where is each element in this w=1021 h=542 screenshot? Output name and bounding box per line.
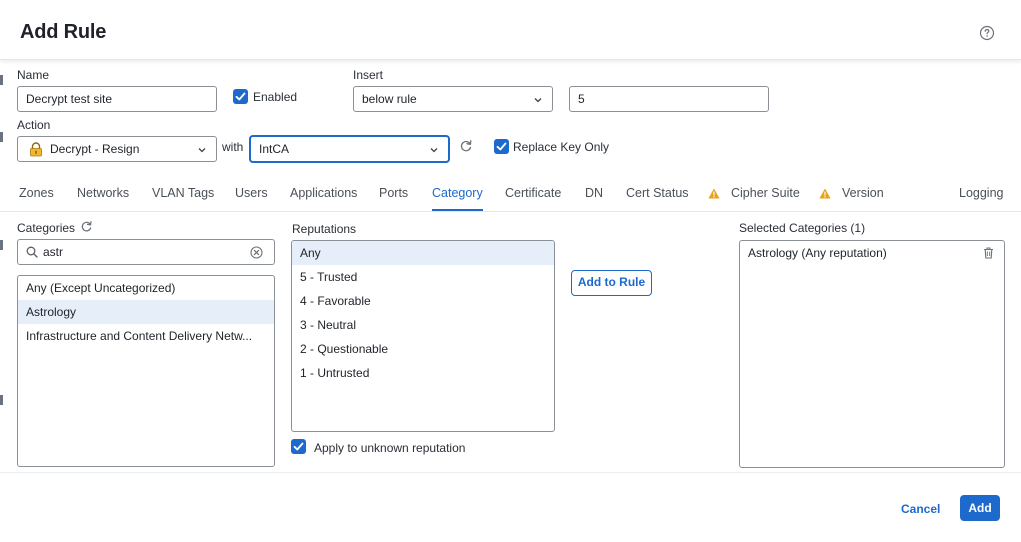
clear-search-icon[interactable] bbox=[250, 246, 263, 259]
tab-users[interactable]: Users bbox=[235, 186, 268, 200]
replace-key-only-checkbox[interactable] bbox=[494, 139, 509, 154]
name-input[interactable]: Decrypt test site bbox=[17, 86, 217, 112]
add-rule-dialog: Add Rule Name Decrypt test site Enabled … bbox=[0, 0, 1021, 542]
cancel-button[interactable]: Cancel bbox=[901, 502, 940, 516]
list-item[interactable]: Infrastructure and Content Delivery Netw… bbox=[18, 324, 264, 348]
background-edge-mark bbox=[0, 240, 3, 250]
list-item[interactable]: 3 - Neutral bbox=[292, 313, 554, 337]
warning-icon bbox=[819, 188, 831, 199]
selected-category-item: Astrology (Any reputation) bbox=[748, 246, 887, 260]
categories-label: Categories bbox=[17, 221, 76, 235]
tab-zones[interactable]: Zones bbox=[19, 186, 54, 200]
tab-cert-status[interactable]: Cert Status bbox=[626, 186, 689, 200]
apply-unknown-reputation-checkbox[interactable] bbox=[291, 439, 306, 454]
insert-position-value: 5 bbox=[578, 92, 585, 106]
insert-select-value: below rule bbox=[362, 92, 417, 106]
list-item[interactable]: 5 - Trusted bbox=[292, 265, 554, 289]
list-item[interactable]: 2 - Questionable bbox=[292, 337, 554, 361]
tab-vlan-tags[interactable]: VLAN Tags bbox=[152, 186, 214, 200]
certificate-select[interactable]: IntCA bbox=[250, 136, 449, 162]
help-circle-icon[interactable] bbox=[979, 25, 995, 41]
trash-icon[interactable] bbox=[983, 247, 994, 259]
certificate-select-value: IntCA bbox=[259, 142, 290, 156]
name-input-value: Decrypt test site bbox=[26, 92, 113, 106]
insert-label: Insert bbox=[353, 68, 384, 82]
checkmark-icon bbox=[293, 442, 304, 451]
action-select-value: Decrypt - Resign bbox=[50, 142, 140, 156]
active-tab-indicator bbox=[432, 209, 483, 211]
dialog-header: Add Rule bbox=[0, 0, 1021, 60]
chevron-down-icon bbox=[534, 98, 542, 103]
insert-position-input[interactable]: 5 bbox=[569, 86, 769, 112]
tab-applications[interactable]: Applications bbox=[290, 186, 357, 200]
list-item[interactable]: 4 - Favorable bbox=[292, 289, 554, 313]
reputations-list: Any 5 - Trusted 4 - Favorable 3 - Neutra… bbox=[291, 240, 555, 432]
list-item[interactable]: Astrology bbox=[18, 300, 274, 324]
with-label: with bbox=[222, 140, 244, 154]
chevron-down-icon bbox=[430, 148, 438, 153]
apply-unknown-reputation-label: Apply to unknown reputation bbox=[314, 441, 466, 455]
refresh-icon[interactable] bbox=[80, 220, 93, 233]
categories-list: Any (Except Uncategorized) Astrology Inf… bbox=[17, 275, 275, 467]
category-search-input[interactable]: astr bbox=[17, 239, 275, 265]
footer-divider bbox=[0, 472, 1021, 473]
tab-dn[interactable]: DN bbox=[585, 186, 603, 200]
refresh-icon[interactable] bbox=[459, 139, 473, 153]
tab-category[interactable]: Category bbox=[432, 186, 483, 200]
rule-tabs: Zones Networks VLAN Tags Users Applicati… bbox=[0, 178, 1021, 212]
tab-ports[interactable]: Ports bbox=[379, 186, 408, 200]
tab-cipher-suite[interactable]: Cipher Suite bbox=[731, 186, 800, 200]
search-icon bbox=[26, 246, 38, 258]
tab-version[interactable]: Version bbox=[842, 186, 884, 200]
background-edge-mark bbox=[0, 132, 3, 142]
tab-certificate[interactable]: Certificate bbox=[505, 186, 561, 200]
action-label: Action bbox=[17, 118, 51, 132]
chevron-down-icon bbox=[198, 148, 206, 153]
add-to-rule-button[interactable]: Add to Rule bbox=[571, 270, 652, 296]
warning-icon bbox=[708, 188, 720, 199]
insert-select[interactable]: below rule bbox=[353, 86, 553, 112]
enabled-label: Enabled bbox=[253, 90, 298, 104]
reputations-label: Reputations bbox=[292, 222, 357, 236]
checkmark-icon bbox=[235, 92, 246, 101]
background-edge-mark bbox=[0, 395, 3, 405]
checkmark-icon bbox=[496, 142, 507, 151]
selected-categories-list: Astrology (Any reputation) bbox=[739, 240, 1005, 468]
dialog-title: Add Rule bbox=[20, 21, 107, 43]
list-item[interactable]: Any (Except Uncategorized) bbox=[18, 276, 274, 300]
name-label: Name bbox=[17, 68, 50, 82]
selected-categories-label: Selected Categories (1) bbox=[739, 221, 866, 235]
tab-networks[interactable]: Networks bbox=[77, 186, 129, 200]
add-button[interactable]: Add bbox=[960, 495, 1000, 521]
background-edge-mark bbox=[0, 75, 3, 85]
list-item[interactable]: 1 - Untrusted bbox=[292, 361, 554, 385]
list-item[interactable]: Any bbox=[292, 241, 554, 265]
category-search-value: astr bbox=[43, 245, 64, 259]
replace-key-only-label: Replace Key Only bbox=[513, 140, 610, 154]
lock-icon bbox=[30, 142, 42, 157]
enabled-checkbox[interactable] bbox=[233, 89, 248, 104]
action-select[interactable]: Decrypt - Resign bbox=[17, 136, 217, 162]
tab-logging[interactable]: Logging bbox=[959, 186, 1004, 200]
